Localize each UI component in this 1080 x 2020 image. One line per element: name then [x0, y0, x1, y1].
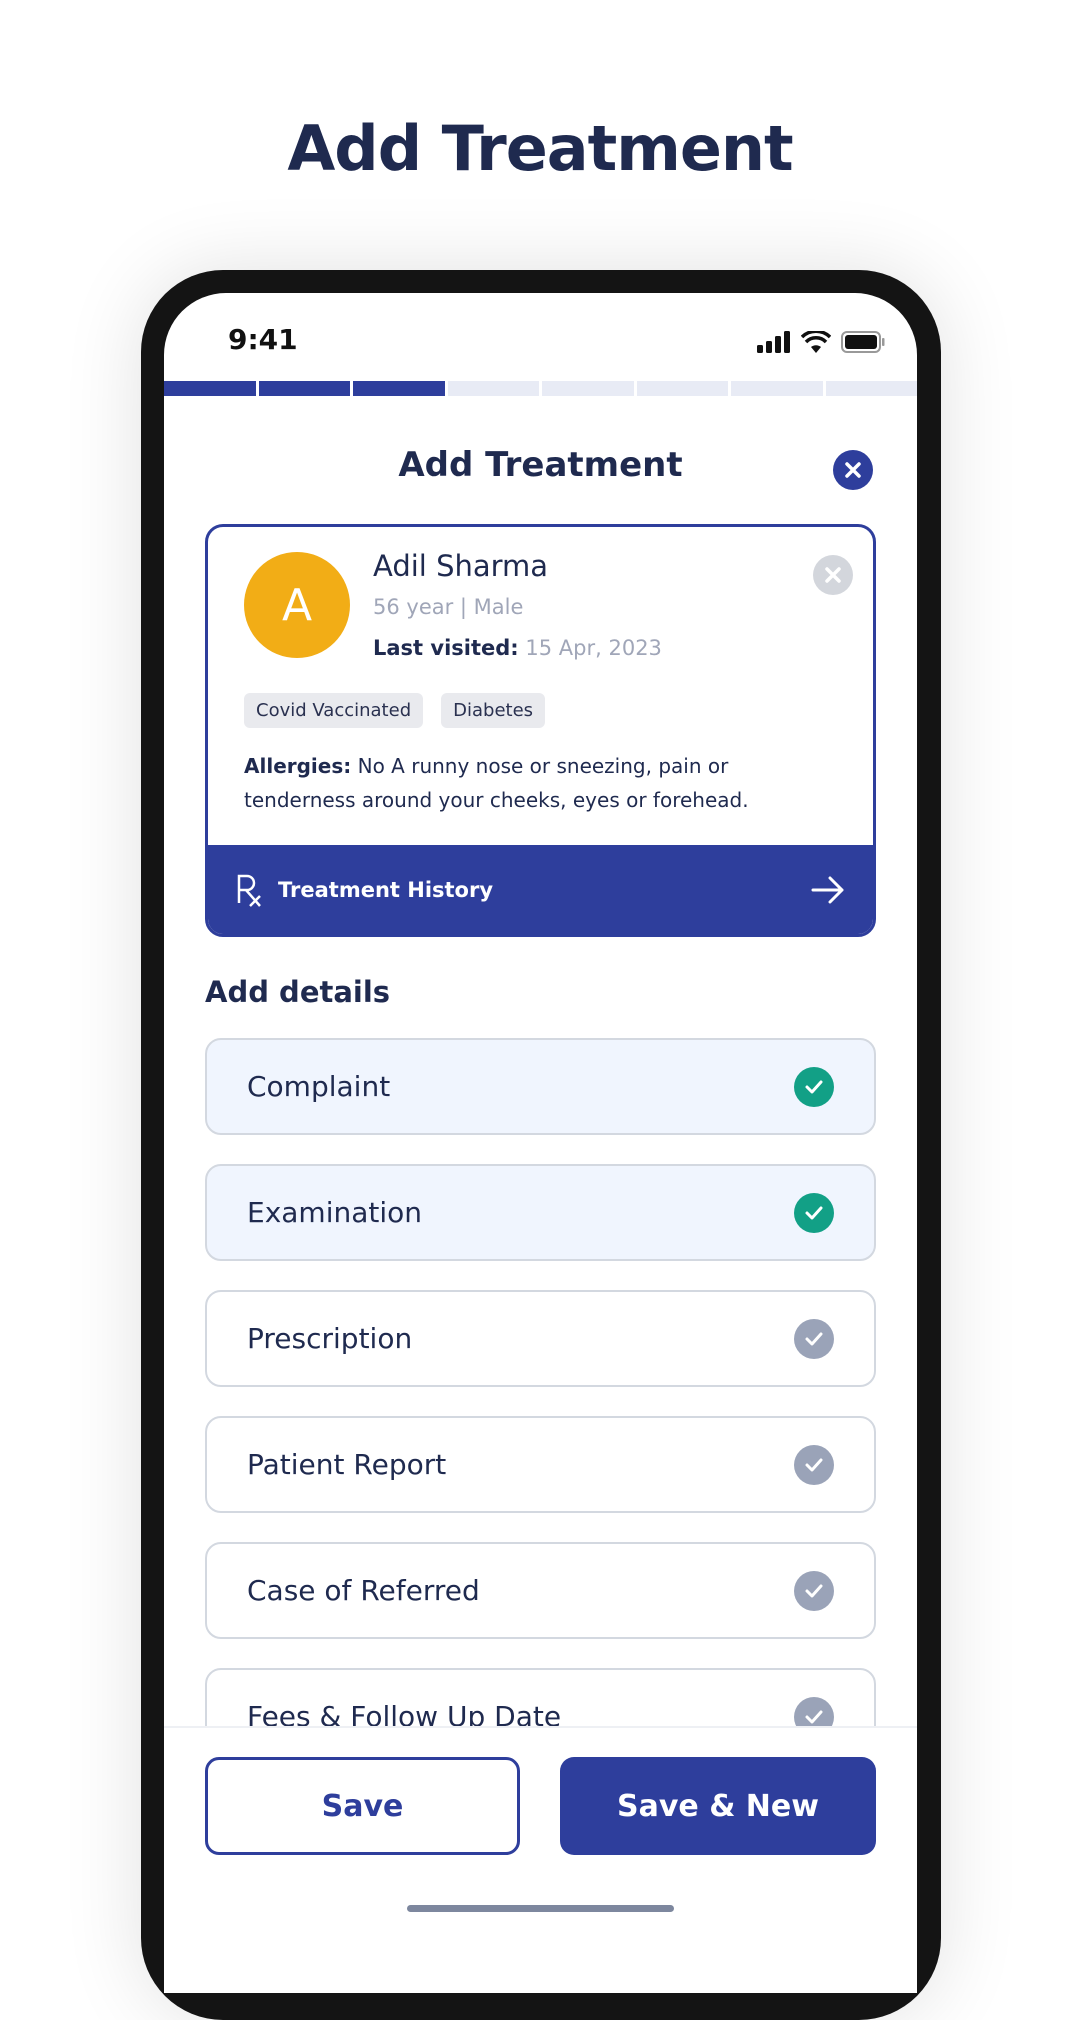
check-circle-icon: [794, 1444, 834, 1485]
last-visited-label: Last visited:: [373, 636, 519, 660]
check-circle-icon: [794, 1570, 834, 1611]
step-progress: [164, 381, 917, 396]
detail-item[interactable]: Examination: [205, 1164, 876, 1261]
last-visited: Last visited: 15 Apr, 2023: [373, 636, 662, 660]
progress-step: [636, 381, 728, 396]
close-icon: [825, 567, 841, 583]
patient-card: A Adil Sharma 56 year | Male Last visite…: [205, 524, 876, 937]
progress-step: [353, 381, 445, 396]
detail-item-label: Examination: [247, 1196, 423, 1229]
home-indicator: [407, 1905, 674, 1912]
remove-patient-button[interactable]: [813, 555, 853, 595]
detail-item[interactable]: Complaint: [205, 1038, 876, 1135]
treatment-history-label: Treatment History: [278, 877, 494, 902]
detail-item-label: Case of Referred: [247, 1574, 480, 1607]
allergies: Allergies: No A runny nose or sneezing, …: [244, 749, 844, 817]
battery-icon: [841, 331, 885, 353]
patient-name: Adil Sharma: [373, 549, 549, 583]
progress-step: [731, 381, 823, 396]
status-time: 9:41: [228, 323, 298, 356]
detail-item-label: Complaint: [247, 1070, 391, 1103]
close-button[interactable]: [833, 450, 873, 490]
progress-step: [258, 381, 350, 396]
arrow-right-icon: [811, 876, 844, 903]
add-details-heading: Add details: [205, 975, 391, 1009]
signal-icon: [757, 331, 790, 353]
close-icon: [845, 462, 861, 478]
phone-screen: 9:41 Add Treatment A Adil Sharma 56 year…: [164, 293, 917, 1993]
progress-step: [164, 381, 256, 396]
patient-age-gender: 56 year | Male: [373, 595, 524, 619]
details-list: Complaint Examination Prescription Patient …: [205, 1038, 876, 1726]
detail-item[interactable]: Prescription: [205, 1290, 876, 1387]
treatment-history-button[interactable]: Treatment History: [208, 845, 873, 934]
progress-step: [542, 381, 634, 396]
detail-item-label: Patient Report: [247, 1448, 447, 1481]
allergies-label: Allergies:: [244, 754, 352, 778]
last-visited-value: 15 Apr, 2023: [525, 636, 662, 660]
check-circle-icon: [794, 1318, 834, 1359]
avatar: A: [244, 552, 350, 658]
check-circle-icon: [794, 1066, 834, 1107]
detail-item[interactable]: Fees & Follow Up Date: [205, 1668, 876, 1726]
detail-item[interactable]: Case of Referred: [205, 1542, 876, 1639]
detail-item-label: Prescription: [247, 1322, 413, 1355]
detail-item[interactable]: Patient Report: [205, 1416, 876, 1513]
progress-step: [825, 381, 917, 396]
prescription-icon: [237, 874, 261, 907]
check-circle-icon: [794, 1696, 834, 1726]
tag-covid-vaccinated: Covid Vaccinated: [244, 693, 424, 728]
progress-step: [447, 381, 539, 396]
check-circle-icon: [794, 1192, 834, 1233]
detail-item-label: Fees & Follow Up Date: [247, 1700, 562, 1726]
tag-diabetes: Diabetes: [441, 693, 546, 728]
wifi-icon: [801, 331, 831, 353]
screen-title: Add Treatment: [398, 445, 683, 485]
save-button[interactable]: Save: [205, 1757, 520, 1855]
save-and-new-button[interactable]: Save & New: [560, 1757, 876, 1855]
bottom-action-bar: Save Save & New: [164, 1726, 917, 1993]
page-title: Add Treatment: [287, 112, 793, 185]
status-bar: 9:41: [164, 323, 917, 363]
